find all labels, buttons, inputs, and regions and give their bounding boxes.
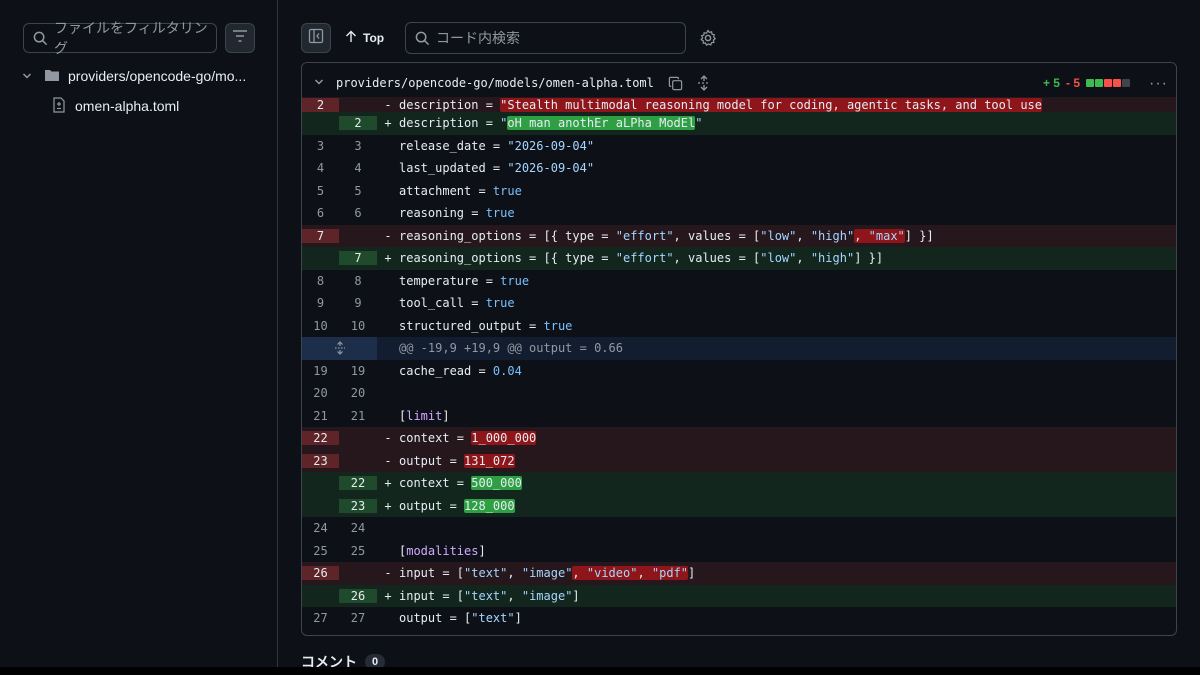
expand-all-icon[interactable] <box>697 75 711 91</box>
diff-row: 2 - description = "Stealth multimodal re… <box>302 97 1176 112</box>
file-tree-sidebar: ファイルをフィルタリング providers/opencode-go/mo...… <box>0 0 278 675</box>
diff-row: 7 + reasoning_options = [{ type = "effor… <box>302 247 1176 270</box>
gear-icon[interactable] <box>699 29 717 52</box>
deletions-count: - 5 <box>1065 76 1080 90</box>
copy-icon[interactable] <box>668 76 683 91</box>
filter-button[interactable] <box>225 23 255 53</box>
top-button[interactable]: Top <box>345 28 384 48</box>
code-search-placeholder: コード内検索 <box>436 30 520 46</box>
tree-folder-label: providers/opencode-go/mo... <box>68 68 247 84</box>
diff-row: 21 21 [limit] <box>313 408 450 423</box>
diff-row: 20 20 <box>313 386 366 401</box>
expand-hunk-icon[interactable] <box>302 337 377 360</box>
chevron-down-icon <box>22 68 32 84</box>
file-filter-input[interactable]: ファイルをフィルタリング <box>23 20 217 56</box>
diff-row: 24 24 <box>313 521 366 536</box>
diff-row: 23 + output = 128_000 <box>302 494 1176 517</box>
additions-count: + 5 <box>1042 76 1060 90</box>
diff-row: 19 19 cache_read = 0.04 <box>313 363 522 378</box>
diff-row: 26 + input = ["text", "image"] <box>302 584 1176 607</box>
tree-file-item[interactable]: omen-alpha.toml <box>52 95 179 117</box>
diff-stat-blocks <box>1086 79 1130 87</box>
code-search-input[interactable]: コード内検索 <box>405 22 686 54</box>
tree-folder-item[interactable]: providers/opencode-go/mo... <box>22 65 270 87</box>
file-diff-panel: providers/opencode-go/models/omen-alpha.… <box>301 62 1177 636</box>
diff-row: 26 - input = ["text", "image", "video", … <box>302 562 1176 585</box>
diff-row: 66 reasoning = true <box>316 206 515 221</box>
diff-row: 55 attachment = true <box>316 183 522 198</box>
diff-row: 33 release_date = "2026-09-04" <box>316 138 595 153</box>
chevron-down-icon[interactable] <box>314 74 324 92</box>
filter-icon <box>232 29 248 48</box>
search-icon <box>415 31 430 49</box>
search-icon <box>33 31 48 49</box>
file-path[interactable]: providers/opencode-go/models/omen-alpha.… <box>336 76 654 90</box>
diff-stats: + 5 - 5 <box>1043 76 1130 90</box>
more-options-icon[interactable]: ··· <box>1149 75 1168 93</box>
diff-row: 23 - output = 131_072 <box>302 449 1176 472</box>
bottom-edge <box>0 667 1200 675</box>
top-label: Top <box>363 31 385 45</box>
sidebar-collapse-icon <box>308 28 324 49</box>
diff-row: 25 25 [modalities] <box>313 543 486 558</box>
diff-row: 88 temperature = true <box>316 273 530 288</box>
diff-hunk-row: @@ -19,9 +19,9 @@ output = 0.66 <box>302 337 1176 360</box>
diff-row: 22 - context = 1_000_000 <box>302 427 1176 450</box>
toggle-sidebar-button[interactable] <box>301 23 331 53</box>
diff-row: 7 - reasoning_options = [{ type = "effor… <box>302 224 1176 247</box>
diff-row: 99 tool_call = true <box>316 296 515 311</box>
file-diff-icon <box>52 96 66 116</box>
diff-row: 10 10 structured_output = true <box>313 318 573 333</box>
diff-row: 44 last_updated = "2026-09-04" <box>316 161 595 176</box>
diff-row: 2 + description = "oH man anothEr aLPha … <box>302 112 1176 135</box>
arrow-up-icon <box>345 30 357 46</box>
diff-row: 27 27 output = ["text"] <box>313 611 522 626</box>
diff-body: 2 - description = "Stealth multimodal re… <box>302 97 1176 630</box>
folder-icon <box>44 68 60 85</box>
tree-file-label: omen-alpha.toml <box>75 98 180 114</box>
file-filter-placeholder: ファイルをフィルタリング <box>54 20 208 56</box>
diff-row: 22 + context = 500_000 <box>302 472 1176 495</box>
